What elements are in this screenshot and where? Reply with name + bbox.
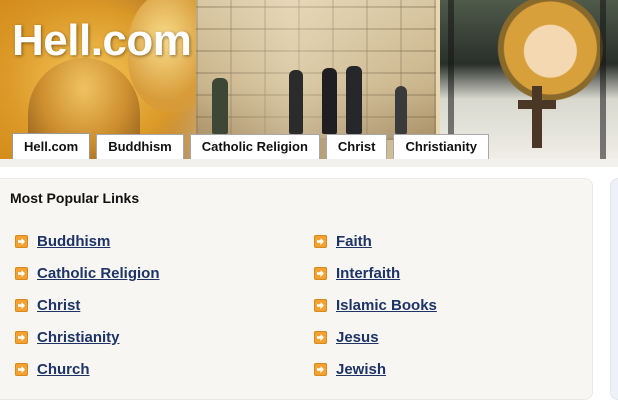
popular-links-right-column: Faith Interfaith Islamic Books Jesus Jew… bbox=[314, 232, 437, 392]
worshipper-figure bbox=[212, 78, 228, 134]
popular-links-left-column: Buddhism Catholic Religion Christ Christ… bbox=[15, 232, 160, 392]
window-lead-line bbox=[600, 0, 606, 160]
arrow-right-icon bbox=[314, 267, 327, 280]
worshipper-figure bbox=[289, 70, 303, 134]
list-item: Faith bbox=[314, 232, 437, 264]
list-item: Jesus bbox=[314, 328, 437, 360]
popular-links-panel: Most Popular Links Buddhism Catholic Rel… bbox=[0, 178, 593, 400]
worshipper-figure bbox=[346, 66, 362, 134]
crucifix-image bbox=[532, 86, 542, 148]
link-christ[interactable]: Christ bbox=[37, 296, 80, 315]
side-panel bbox=[610, 178, 618, 400]
arrow-right-icon bbox=[15, 331, 28, 344]
tab-christianity[interactable]: Christianity bbox=[393, 134, 489, 159]
tab-buddhism[interactable]: Buddhism bbox=[96, 134, 184, 159]
link-catholic-religion[interactable]: Catholic Religion bbox=[37, 264, 160, 283]
tab-hell-com[interactable]: Hell.com bbox=[12, 133, 91, 160]
tab-catholic-religion[interactable]: Catholic Religion bbox=[189, 134, 320, 159]
worshipper-figure bbox=[322, 68, 337, 134]
arrow-right-icon bbox=[15, 299, 28, 312]
list-item: Jewish bbox=[314, 360, 437, 392]
list-item: Catholic Religion bbox=[15, 264, 160, 296]
list-item: Islamic Books bbox=[314, 296, 437, 328]
arrow-right-icon bbox=[314, 235, 327, 248]
arrow-right-icon bbox=[314, 331, 327, 344]
link-christianity[interactable]: Christianity bbox=[37, 328, 120, 347]
arrow-right-icon bbox=[15, 267, 28, 280]
link-islamic-books[interactable]: Islamic Books bbox=[336, 296, 437, 315]
link-jesus[interactable]: Jesus bbox=[336, 328, 379, 347]
crucifix-bar bbox=[518, 100, 556, 109]
list-item: Christ bbox=[15, 296, 160, 328]
arrow-right-icon bbox=[15, 235, 28, 248]
list-item: Interfaith bbox=[314, 264, 437, 296]
link-interfaith[interactable]: Interfaith bbox=[336, 264, 400, 283]
panel-title: Most Popular Links bbox=[10, 190, 140, 206]
category-tabs: Hell.com Buddhism Catholic Religion Chri… bbox=[12, 133, 489, 160]
link-jewish[interactable]: Jewish bbox=[336, 360, 386, 379]
tab-christ[interactable]: Christ bbox=[325, 134, 388, 159]
link-buddhism[interactable]: Buddhism bbox=[37, 232, 110, 251]
arrow-right-icon bbox=[314, 363, 327, 376]
tab-bar-underline bbox=[0, 159, 618, 167]
arrow-right-icon bbox=[314, 299, 327, 312]
list-item: Christianity bbox=[15, 328, 160, 360]
link-faith[interactable]: Faith bbox=[336, 232, 372, 251]
list-item: Buddhism bbox=[15, 232, 160, 264]
worshipper-figure bbox=[395, 86, 407, 134]
site-logo-title[interactable]: Hell.com bbox=[12, 16, 192, 66]
link-church[interactable]: Church bbox=[37, 360, 90, 379]
arrow-right-icon bbox=[15, 363, 28, 376]
list-item: Church bbox=[15, 360, 160, 392]
